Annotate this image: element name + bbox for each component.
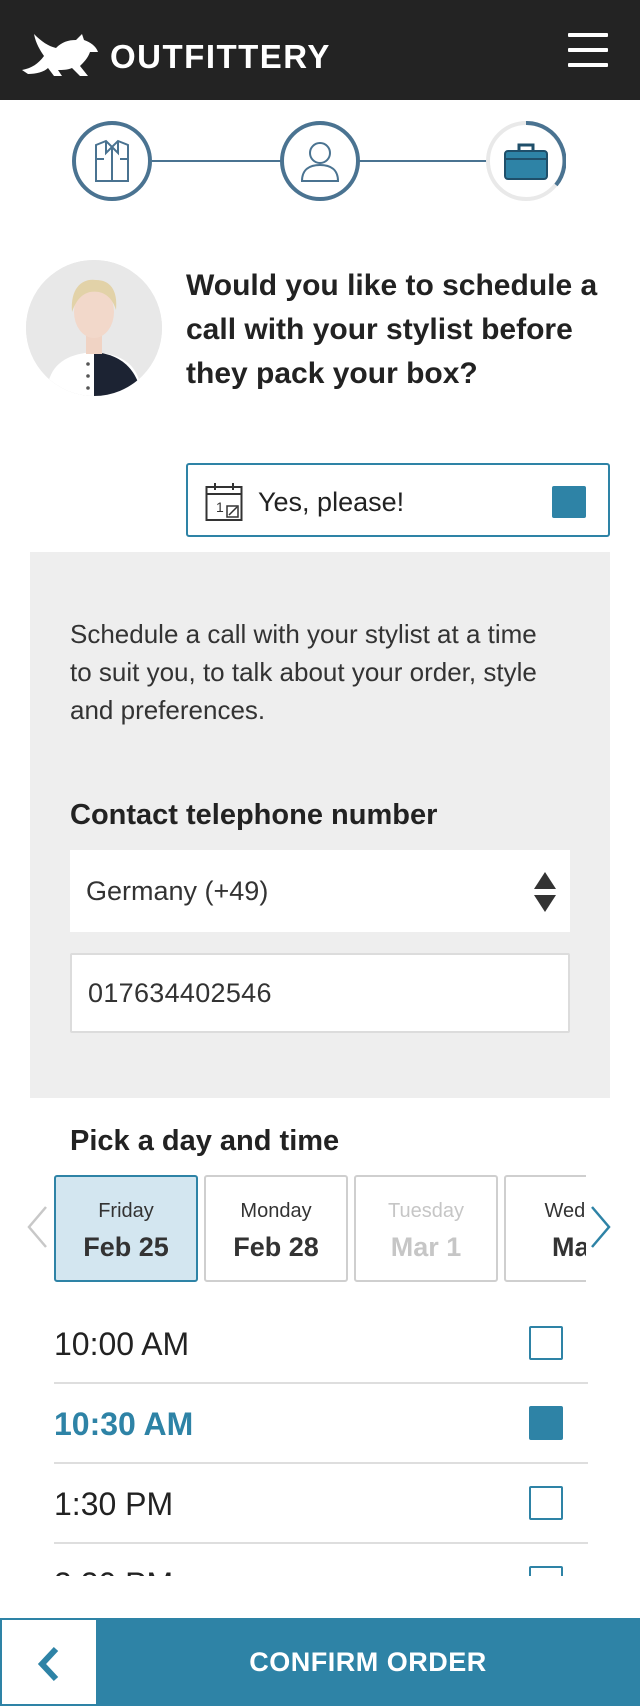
day-option: Tuesday Mar 1 [354, 1175, 498, 1282]
calendar-icon: 1 [205, 483, 243, 521]
top-header: OUTFITTERY [0, 0, 640, 100]
contact-telephone-label: Contact telephone number [70, 799, 438, 831]
day-option[interactable]: Monday Feb 28 [204, 1175, 348, 1282]
step-progress-ring [525, 121, 566, 187]
select-arrows-icon [534, 872, 556, 912]
day-carousel: Friday Feb 25 Monday Feb 28 Tuesday Mar … [54, 1174, 586, 1284]
step-personal-details[interactable] [280, 121, 360, 201]
chevron-left-icon[interactable] [26, 1205, 48, 1249]
step-checkout[interactable] [486, 121, 566, 201]
time-slot-label: 10:00 AM [54, 1326, 190, 1362]
pick-day-time-title: Pick a day and time [70, 1125, 340, 1157]
hamburger-menu-icon[interactable] [566, 30, 610, 70]
contact-panel: Schedule a call with your stylist at a t… [30, 552, 610, 1098]
step-style-profile[interactable] [72, 121, 152, 201]
day-date: Mar [551, 1232, 586, 1262]
time-slot-label: 3:30 PM [54, 1565, 173, 1576]
time-slot-checkbox[interactable] [529, 1406, 563, 1440]
confirm-order-button[interactable]: CONFIRM ORDER [96, 1618, 640, 1706]
phone-number-value: 017634402546 [88, 978, 272, 1008]
call-description: Schedule a call with your stylist at a t… [70, 619, 537, 725]
day-date: Mar 1 [390, 1232, 462, 1262]
back-button[interactable] [0, 1618, 98, 1706]
time-slot-list: 10:00 AM 10:30 AM 1:30 PM 3:30 PM [54, 1304, 588, 1576]
schedule-call-checkbox[interactable] [552, 486, 586, 518]
step-connector [358, 160, 488, 162]
brand-name[interactable]: OUTFITTERY [110, 37, 331, 77]
country-code-select[interactable]: Germany (+49) [70, 850, 570, 932]
day-name: Friday [98, 1200, 154, 1222]
day-date: Feb 25 [83, 1232, 169, 1262]
time-slot-label: 1:30 PM [54, 1486, 174, 1522]
country-code-value: Germany (+49) [86, 876, 269, 906]
schedule-call-label: Yes, please! [258, 487, 405, 517]
day-name: Tuesday [388, 1200, 464, 1222]
person-icon [300, 142, 340, 182]
time-slot-checkbox[interactable] [529, 1486, 563, 1520]
stylist-question: Would you like to schedule a call with y… [186, 269, 598, 390]
day-option[interactable]: Wedne Mar [504, 1175, 586, 1282]
day-name: Wedne [544, 1200, 586, 1222]
time-slot[interactable]: 1:30 PM [54, 1464, 588, 1544]
phone-number-input[interactable]: 017634402546 [70, 953, 570, 1033]
schedule-call-toggle[interactable]: 1 Yes, please! [186, 463, 610, 537]
checkout-stepper [0, 100, 640, 210]
time-slot[interactable]: 3:30 PM [54, 1544, 588, 1576]
shirt-icon [95, 139, 129, 182]
day-option[interactable]: Friday Feb 25 [54, 1175, 198, 1282]
stylist-avatar [26, 260, 162, 396]
griffin-logo-icon[interactable] [18, 24, 102, 78]
time-slot-label: 10:30 AM [54, 1406, 194, 1442]
step-connector [152, 160, 282, 162]
day-name: Monday [240, 1200, 312, 1222]
day-date: Feb 28 [233, 1232, 319, 1262]
svg-text:1: 1 [216, 499, 224, 515]
chevron-left-icon [37, 1646, 59, 1682]
time-slot[interactable]: 10:30 AM [54, 1384, 588, 1464]
time-slot[interactable]: 10:00 AM [54, 1304, 588, 1384]
footer-bar: CONFIRM ORDER [0, 1618, 640, 1706]
chevron-right-icon[interactable] [590, 1205, 612, 1249]
time-slot-checkbox[interactable] [529, 1566, 563, 1576]
time-slot-checkbox[interactable] [529, 1326, 563, 1360]
